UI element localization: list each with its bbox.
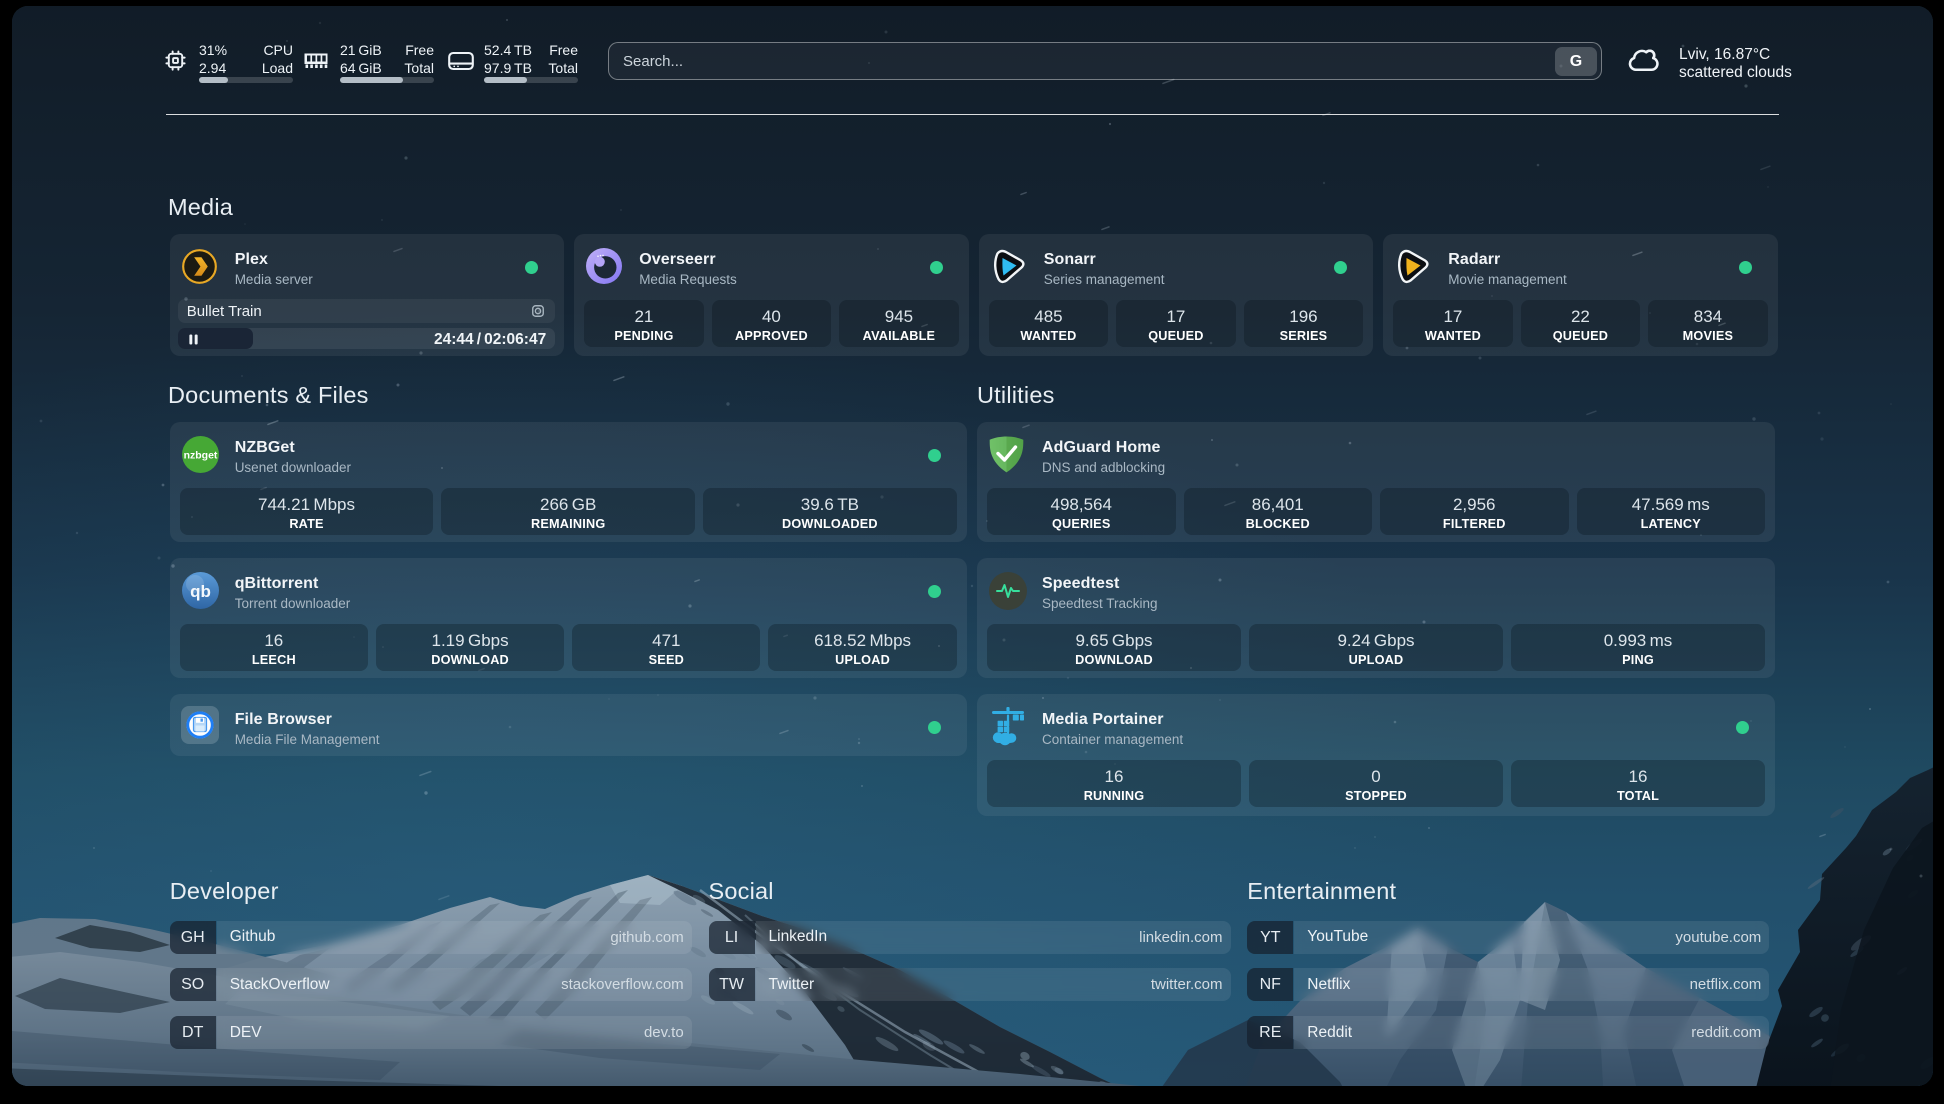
svg-text:nzbget: nzbget <box>183 450 217 462</box>
svg-text:qb: qb <box>190 582 211 601</box>
